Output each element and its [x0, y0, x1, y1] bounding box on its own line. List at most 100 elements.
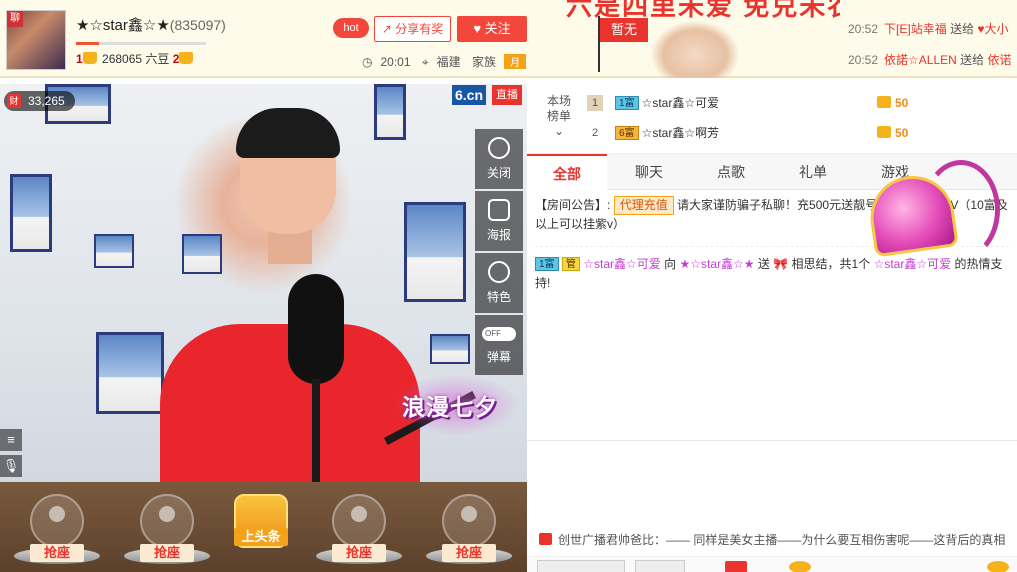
wall-picture [374, 84, 406, 140]
user-icon [30, 494, 84, 548]
wall-picture [10, 174, 52, 252]
room-header: 聊 ★☆star鑫☆★(835097) 1 268065 六豆 2 hot ↗ … [0, 0, 1017, 78]
video-player[interactable]: 财 33,265 6.cn 直播 关闭 海报 特色 OFF 弹幕 ≡ 🎙 浪漫七… [0, 84, 527, 482]
chat-divider [527, 440, 1017, 441]
sticker-text: 浪漫七夕 [402, 394, 498, 420]
chat-target-select[interactable] [537, 560, 625, 572]
live-room: 聊 ★☆star鑫☆★(835097) 1 268065 六豆 2 hot ↗ … [0, 0, 1017, 572]
coin-icon [877, 126, 891, 138]
tab-chat[interactable]: 聊天 [609, 154, 689, 190]
bulb-icon[interactable] [987, 561, 1009, 572]
tab-songs[interactable]: 点歌 [691, 154, 771, 190]
promo-banner[interactable]: 六是四里未爱 免兑未农 暂无 [530, 0, 840, 78]
rank-label-line1: 本场 [546, 94, 571, 108]
follow-button[interactable]: ♥ 关注 [457, 16, 527, 42]
danmaku-switch[interactable]: OFF [482, 327, 516, 341]
rank-user: ☆star鑫☆啊芳 [641, 126, 720, 140]
user-icon [332, 494, 386, 548]
seat-label: 抢座 [140, 544, 194, 562]
share-button[interactable]: ↗ 分享有奖 [374, 16, 451, 42]
room-time: 20:01 [380, 55, 411, 69]
rank-number: 1 [587, 95, 603, 111]
seat-label: 上头条 [234, 528, 288, 546]
poster-button[interactable]: 海报 [475, 191, 523, 251]
grid-icon [488, 261, 510, 283]
rank-row[interactable]: 1 1富 ☆star鑫☆可爱 50 [587, 90, 908, 116]
user-icon [442, 494, 496, 548]
agent-recharge-link[interactable]: 代理充值 [613, 196, 674, 215]
broadcast-line[interactable]: 创世广播君帅爸比：—— 同样是美女主播——为什么要互相伤害呢——这背后的真相 [527, 528, 1017, 552]
rank-row[interactable]: 2 6富 ☆star鑫☆啊芳 50 [587, 120, 908, 146]
chevron-down-icon: ⌄ [553, 124, 565, 138]
wall-picture [404, 202, 466, 302]
gift-heart-animation [830, 150, 1010, 300]
wealth-badge: 1富 [615, 96, 639, 110]
tool-label: 特色 [486, 290, 511, 304]
broadcast-icon [539, 533, 552, 545]
qixi-sticker: 浪漫七夕 [392, 374, 520, 436]
wall-picture [430, 334, 470, 364]
gift-box-icon[interactable] [789, 561, 811, 572]
seat-2[interactable]: 抢座 [118, 492, 214, 570]
gift-feed: 20:52 下[E]站幸福 送给 ♥大小 20:52 依諾☆ALLEN 送给 依诺 [848, 20, 1017, 82]
family-badge[interactable]: 月 [504, 54, 526, 69]
tab-all[interactable]: 全部 [527, 154, 607, 190]
streamer-hair [236, 108, 340, 158]
room-location: 福建 [436, 55, 461, 69]
rank-score: 50 [877, 90, 908, 116]
tool-label: 弹幕 [486, 350, 511, 364]
avatar-tag: 聊 [7, 11, 23, 27]
viewer-number: 33,265 [28, 94, 65, 108]
features-button[interactable]: 特色 [475, 253, 523, 313]
msg-sender[interactable]: ☆star鑫☆可爱 [583, 257, 661, 271]
rank-score: 50 [877, 120, 908, 146]
viewer-icon: 财 [7, 94, 21, 108]
seat-4[interactable]: 抢座 [420, 492, 516, 570]
headline-seat[interactable]: 上头条 [212, 492, 308, 570]
headline-flag: 暂无 [600, 18, 648, 42]
left-controls: ≡ 🎙 [0, 429, 24, 481]
bottom-toolbar [527, 556, 1017, 572]
seat-label: 抢座 [442, 544, 496, 562]
wealth-badge: 6富 [615, 126, 639, 140]
seat-3[interactable]: 抢座 [310, 492, 406, 570]
viewer-count: 财 33,265 [4, 91, 75, 111]
rank-label[interactable]: 本场 榜单 ⌄ [539, 94, 579, 139]
red-packet-icon[interactable] [725, 561, 747, 572]
clock-icon: ◷ [362, 55, 373, 69]
wall-picture [182, 234, 222, 274]
heart-icon: ♥ [473, 21, 482, 36]
level-progress [76, 42, 206, 45]
seat-1[interactable]: 抢座 [8, 492, 104, 570]
danmaku-toggle[interactable]: OFF 弹幕 [475, 315, 523, 375]
msg-target[interactable]: ★☆star鑫☆★ [679, 257, 754, 271]
room-meta: ◷ 20:01 ⌖ 福建 家族月 [362, 53, 534, 70]
anchor-name: ★☆star鑫☆★(835097) [76, 14, 226, 35]
follow-label: 关注 [484, 21, 511, 36]
beans-count: 268065 六豆 [102, 52, 170, 66]
share-icon: ↗ [381, 22, 392, 36]
anchor-stats: 1 268065 六豆 2 [76, 50, 195, 67]
family-label: 家族 [471, 55, 496, 69]
tool-label: 关闭 [486, 166, 511, 180]
close-video-button[interactable]: 关闭 [475, 129, 523, 189]
seat-label: 抢座 [30, 544, 84, 562]
site-logo: 6.cn [452, 85, 487, 105]
crown-icon [82, 52, 97, 64]
filter-chip[interactable] [635, 560, 685, 572]
seat-label: 抢座 [332, 544, 386, 562]
location-icon: ⌖ [421, 55, 429, 69]
feed-item: 20:52 下[E]站幸福 送给 ♥大小 [848, 22, 1009, 36]
mic-icon[interactable]: 🎙 [0, 455, 22, 477]
gift-icon: 🎀 [773, 257, 789, 271]
rank-number: 2 [591, 127, 599, 139]
menu-icon[interactable]: ≡ [0, 429, 22, 451]
share-label: 分享有奖 [395, 22, 444, 36]
power-icon [488, 137, 510, 159]
feed-item: 20:52 依諾☆ALLEN 送给 依诺 [848, 53, 1012, 67]
anchor-nickname: ★☆star鑫☆★ [76, 17, 170, 34]
level-left: 1 [76, 52, 83, 66]
user-icon [140, 494, 194, 548]
anchor-avatar[interactable]: 聊 [6, 10, 66, 70]
wall-picture [94, 234, 134, 268]
